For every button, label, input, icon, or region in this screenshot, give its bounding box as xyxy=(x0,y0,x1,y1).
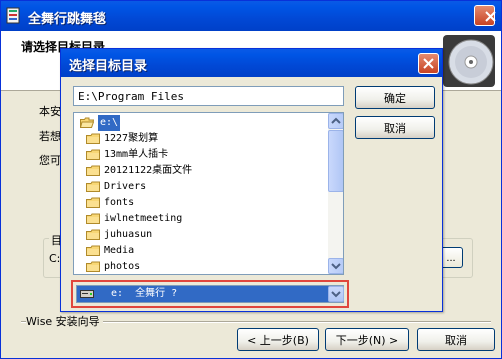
scroll-up-button[interactable] xyxy=(328,113,343,129)
folder-list-scrollbar[interactable] xyxy=(328,113,343,274)
drive-selector-highlight: e: 全舞行 ? xyxy=(71,280,349,308)
folder-label: e:\ xyxy=(98,115,121,131)
path-input[interactable] xyxy=(73,86,344,106)
folder-label: Media xyxy=(104,245,135,256)
select-directory-dialog: 选择目标目录 确定 取消 e:\ 1227聚划算 13mm单人插卡 20121122桌… xyxy=(60,48,443,312)
folder-row[interactable]: e:\ xyxy=(74,115,328,131)
chevron-down-icon xyxy=(331,263,341,270)
scroll-down-button[interactable] xyxy=(328,258,343,274)
wise-wizard-label: Wise 安装向导 xyxy=(26,313,103,329)
body-text-line1: 本安 xyxy=(39,105,61,118)
installer-close-button[interactable] xyxy=(474,5,496,26)
drive-label: e: 全舞行 ? xyxy=(111,288,178,299)
folder-label: juhuasun xyxy=(104,229,153,240)
drive-dropdown-button[interactable] xyxy=(328,286,344,302)
ok-button[interactable]: 确定 xyxy=(355,86,435,109)
body-text-line2: 若想 xyxy=(39,130,61,143)
folder-icon xyxy=(86,149,100,160)
folder-row[interactable]: 1227聚划算 xyxy=(74,131,328,147)
chevron-up-icon xyxy=(331,117,341,124)
folder-label: 13mm单人插卡 xyxy=(104,149,169,160)
folder-label: 20121122桌面文件 xyxy=(104,165,193,176)
folder-row[interactable]: 20121122桌面文件 xyxy=(74,163,328,179)
dialog-close-button[interactable] xyxy=(418,53,439,74)
folder-icon xyxy=(86,133,100,144)
dialog-titlebar[interactable]: 选择目标目录 xyxy=(61,49,442,77)
back-button[interactable]: < 上一步(B) xyxy=(237,328,319,351)
dialog-title: 选择目标目录 xyxy=(69,59,148,74)
folder-label: fonts xyxy=(104,197,135,208)
folder-row[interactable]: Drivers xyxy=(74,179,328,195)
folder-row[interactable]: photos xyxy=(74,259,328,274)
folder-open-icon xyxy=(80,117,94,128)
cd-icon xyxy=(443,35,495,87)
folder-row[interactable]: juhuasun xyxy=(74,227,328,243)
folder-icon xyxy=(86,261,100,272)
dialog-cancel-button[interactable]: 取消 xyxy=(355,116,435,139)
next-button[interactable]: 下一步(N) > xyxy=(325,328,409,351)
close-icon xyxy=(423,58,434,69)
folder-label: photos xyxy=(104,261,141,272)
folder-icon xyxy=(86,245,100,256)
folder-row[interactable]: fonts xyxy=(74,195,328,211)
cancel-button[interactable]: 取消 xyxy=(417,328,495,351)
close-icon xyxy=(485,11,496,22)
drive-icon xyxy=(80,290,94,298)
drive-select[interactable]: e: 全舞行 ? xyxy=(76,285,344,303)
folder-icon xyxy=(86,165,100,176)
installer-titlebar[interactable]: 全舞行跳舞毯 xyxy=(1,1,501,31)
folder-row[interactable]: 13mm单人插卡 xyxy=(74,147,328,163)
scroll-thumb[interactable] xyxy=(328,130,343,192)
folder-label: Drivers xyxy=(104,181,147,192)
folder-row[interactable]: Media xyxy=(74,243,328,259)
folder-row[interactable]: iwlnetmeeting xyxy=(74,211,328,227)
folder-icon xyxy=(86,197,100,208)
chevron-down-icon xyxy=(331,291,341,298)
installer-app-icon xyxy=(6,7,20,24)
folder-label: 1227聚划算 xyxy=(104,133,159,144)
folder-icon xyxy=(86,181,100,192)
folder-icon xyxy=(86,229,100,240)
folder-list[interactable]: e:\ 1227聚划算 13mm单人插卡 20121122桌面文件 Drivers fon… xyxy=(73,112,344,275)
body-text-line3: 您可 xyxy=(39,154,61,167)
installer-title: 全舞行跳舞毯 xyxy=(28,12,107,27)
folder-icon xyxy=(86,213,100,224)
folder-label: iwlnetmeeting xyxy=(104,213,183,224)
destination-path: C: xyxy=(49,252,61,265)
